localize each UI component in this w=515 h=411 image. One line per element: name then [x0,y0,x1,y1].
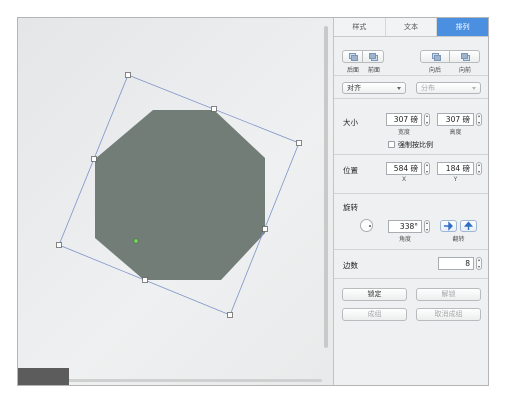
resize-handle-top-right [296,140,302,146]
resize-handle-top [211,106,217,112]
tab-text[interactable]: 文本 [386,18,438,36]
sides-section [334,249,488,279]
tab-arrange[interactable]: 排列 [437,18,488,36]
ungroup-button: 取消成组 [416,308,481,321]
resize-handle-right [262,226,268,232]
group-button: 成组 [342,308,407,321]
resize-handle-bottom-left [56,242,62,248]
canvas-drawing [56,72,302,318]
slide-canvas[interactable] [18,18,333,385]
resize-handle-bottom [142,277,148,283]
resize-handle-left [91,156,97,162]
unlock-button: 解锁 [416,288,481,301]
position-section [334,154,488,194]
app-window: 样式 文本 排列 后面 前面 向后 向前 对齐 分布 大小 307 磅 307 … [17,17,489,386]
inspector-tabs: 样式 文本 排列 [334,18,488,37]
arrange-section [334,36,488,76]
rotation-center-handle[interactable] [133,238,139,244]
rotate-section [334,193,488,250]
lock-button[interactable]: 锁定 [342,288,407,301]
octagon-shape[interactable] [95,110,265,280]
inspector-panel: 样式 文本 排列 后面 前面 向后 向前 对齐 分布 大小 307 磅 307 … [334,18,488,385]
align-section [334,75,488,99]
size-section [334,98,488,155]
resize-handle-top-left [125,72,131,78]
tab-style[interactable]: 样式 [334,18,386,36]
resize-handle-bottom-right [227,312,233,318]
slide-thumbnail-strip[interactable] [18,368,69,385]
vertical-scrollbar[interactable] [324,26,328,348]
